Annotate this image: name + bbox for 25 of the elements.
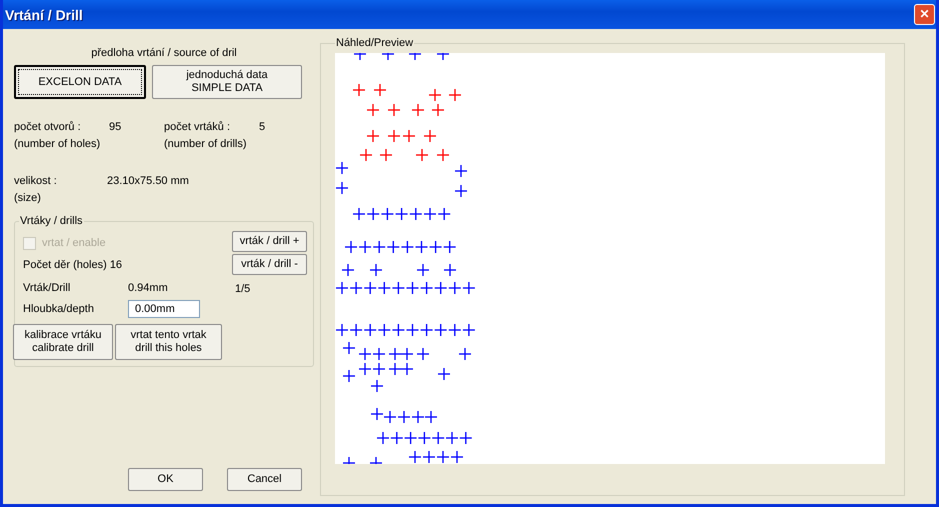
holes-count: Počet děr (holes) 16: [23, 259, 124, 273]
stat-label: počet otvorů : (number of holes): [14, 120, 102, 152]
drill-action-button[interactable]: kalibrace vrtáku calibrate drill: [13, 324, 113, 360]
size-value: 23.10x75.50 mm: [107, 174, 189, 189]
drill-value: 0.94mm: [128, 282, 168, 294]
drill-action-button[interactable]: vrtat tento vrtak drill this holes: [115, 324, 222, 360]
next-drill-button[interactable]: vrták / drill +: [232, 231, 307, 252]
stat-value: 95: [109, 120, 122, 135]
source-button[interactable]: jednoduchá data SIMPLE DATA: [152, 65, 302, 99]
preview-title: Náhled/Preview: [335, 37, 414, 49]
drill-label: Vrták/Drill: [23, 282, 72, 294]
group-title: Vrtáky / drills: [19, 215, 84, 227]
size-label: velikost : (size): [14, 174, 58, 206]
depth-field[interactable]: 0.00mm: [128, 300, 200, 318]
drill-position: 1/5: [234, 283, 250, 295]
close-button[interactable]: ✕: [914, 4, 935, 25]
stat-label: počet vrtáků : (number of drills): [164, 120, 248, 152]
window-title: Vrtání / Drill: [5, 6, 83, 22]
depth-label: Hloubka/depth: [23, 303, 95, 315]
source-label: předloha vrtání / source of dril: [90, 47, 238, 59]
dialog-button[interactable]: OK: [128, 468, 203, 491]
dialog-button[interactable]: Cancel: [227, 468, 302, 491]
source-button[interactable]: EXCELON DATA: [14, 65, 146, 99]
previous-drill-button[interactable]: vrták / drill -: [232, 254, 307, 275]
stat-value: 5: [259, 120, 266, 135]
